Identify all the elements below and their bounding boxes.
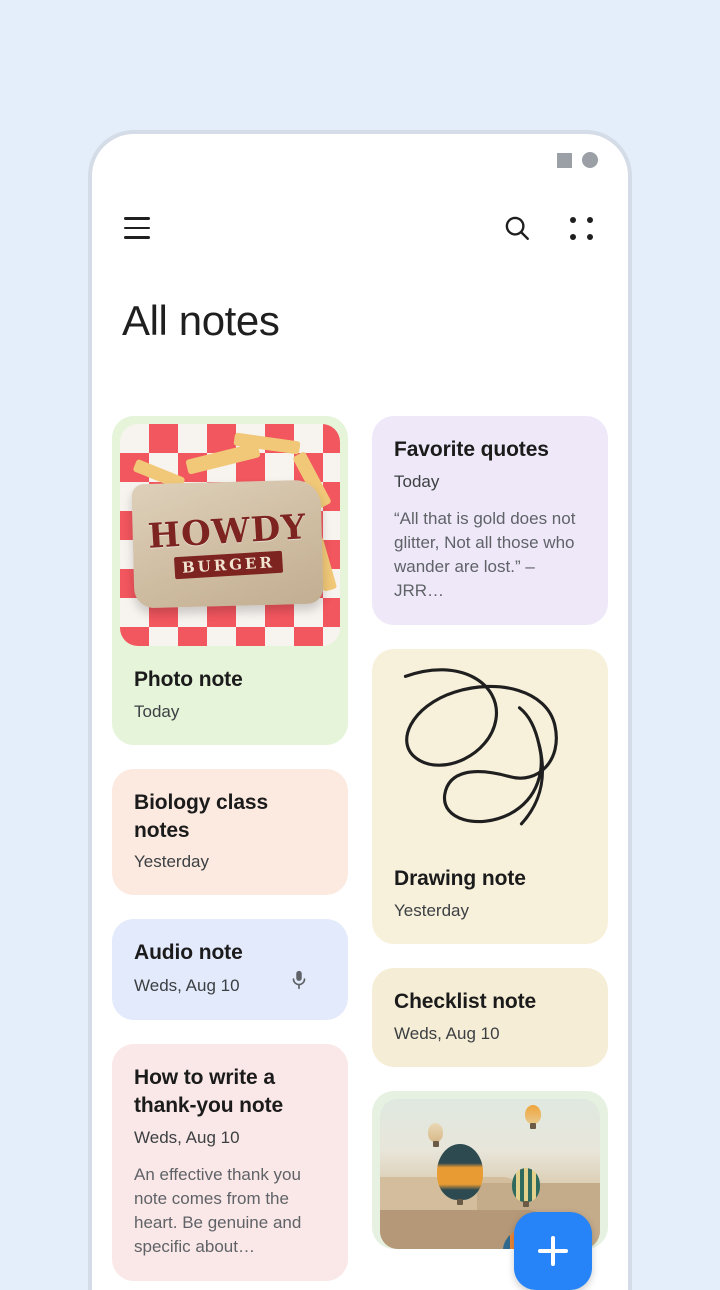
search-icon[interactable]	[494, 205, 540, 251]
plus-icon	[551, 1236, 555, 1266]
note-date: Yesterday	[394, 901, 469, 921]
burger-wrapper: HOWDY BURGER	[131, 479, 325, 609]
note-date-row: Weds, Aug 10	[134, 967, 326, 998]
app-bar	[92, 186, 628, 270]
note-body: Favorite quotes Today “All that is gold …	[372, 416, 608, 625]
balloon-small	[428, 1122, 444, 1147]
drawing-scribble-image	[403, 668, 558, 826]
note-title: Checklist note	[394, 990, 537, 1014]
brand-name-primary: HOWDY	[147, 506, 308, 557]
circle-indicator-icon	[582, 152, 598, 168]
notes-column-left: HOWDY BURGER Photo note Today Biology cl…	[112, 416, 348, 1290]
note-title: Favorite quotes	[394, 438, 549, 461]
note-body: Audio note Weds, Aug 10	[112, 919, 348, 1020]
balloon-mid	[512, 1167, 540, 1207]
hamburger-menu-icon[interactable]	[114, 205, 160, 251]
page-title: All notes	[122, 297, 280, 344]
note-card-checklist-note[interactable]: Checklist note Weds, Aug 10	[372, 968, 608, 1067]
note-card-drawing-note[interactable]: Drawing note Yesterday	[372, 649, 608, 945]
note-body: Drawing note Yesterday	[372, 861, 608, 944]
note-date: Weds, Aug 10	[394, 1023, 500, 1043]
note-body: How to write a thank-you note Weds, Aug …	[112, 1044, 348, 1281]
grid-view-dots	[569, 216, 593, 240]
note-snippet: An effective thank you note comes from t…	[134, 1164, 302, 1256]
note-date: Yesterday	[134, 852, 209, 872]
status-bar	[92, 134, 628, 186]
note-media-wrapper: HOWDY BURGER	[112, 416, 348, 646]
balloon-small	[525, 1104, 542, 1129]
note-card-audio-note[interactable]: Audio note Weds, Aug 10	[112, 919, 348, 1021]
add-note-fab[interactable]	[514, 1212, 592, 1290]
photo-burger-image: HOWDY BURGER	[120, 424, 340, 646]
note-snippet: “All that is gold does not glitter, Not …	[394, 508, 576, 601]
phone-screen: All notes HOWDY BURGER Photo note Today …	[92, 134, 628, 1290]
note-title: Photo note	[134, 668, 243, 691]
note-date: Today	[394, 471, 440, 491]
note-card-thank-you-note[interactable]: How to write a thank-you note Weds, Aug …	[112, 1044, 348, 1282]
phone-frame: All notes HOWDY BURGER Photo note Today …	[88, 130, 632, 1290]
note-media-wrapper	[372, 649, 608, 861]
brand-name-secondary: BURGER	[173, 550, 283, 580]
microphone-icon[interactable]	[288, 967, 310, 998]
note-title: Drawing note	[394, 867, 526, 891]
note-title: Audio note	[134, 941, 243, 965]
square-indicator-icon	[557, 152, 572, 168]
balloon-main	[437, 1143, 484, 1205]
note-body: Biology class notes Yesterday	[112, 769, 348, 896]
note-date: Today	[134, 701, 180, 721]
note-title: How to write a thank-you note	[134, 1066, 284, 1117]
note-date: Weds, Aug 10	[134, 1127, 240, 1147]
note-date: Weds, Aug 10	[134, 976, 240, 996]
note-card-photo-note[interactable]: HOWDY BURGER Photo note Today	[112, 416, 348, 745]
note-body: Checklist note Weds, Aug 10	[372, 968, 608, 1067]
note-body: Photo note Today	[112, 646, 348, 745]
notes-grid: HOWDY BURGER Photo note Today Biology cl…	[112, 416, 608, 1290]
note-card-favorite-quotes[interactable]: Favorite quotes Today “All that is gold …	[372, 416, 608, 626]
note-title: Biology class notes	[134, 790, 269, 842]
notes-column-right: Favorite quotes Today “All that is gold …	[372, 416, 608, 1290]
note-card-biology-class-notes[interactable]: Biology class notes Yesterday	[112, 768, 348, 896]
grid-view-icon[interactable]	[558, 205, 604, 251]
